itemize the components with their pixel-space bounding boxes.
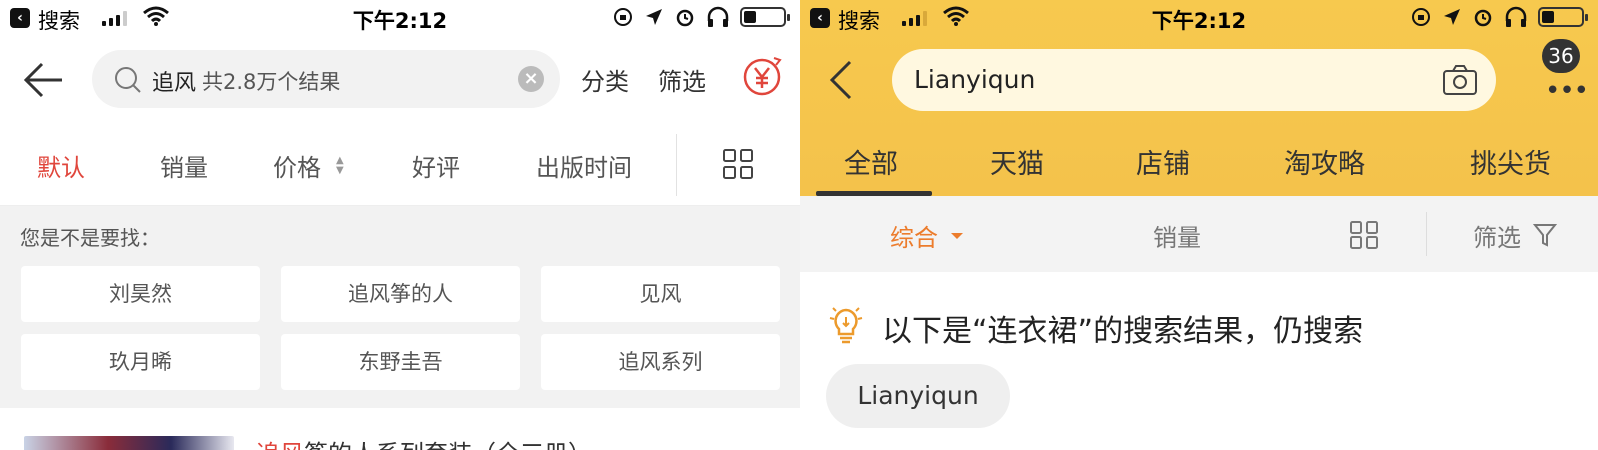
rotation-lock-icon [1412, 8, 1430, 26]
filter-button[interactable]: 筛选 [1473, 218, 1521, 253]
sort-default[interactable]: 默认 [37, 148, 85, 183]
book-thumbnail [24, 436, 234, 450]
sort-comprehensive[interactable]: 综合 [890, 218, 938, 253]
camera-icon[interactable] [1442, 64, 1478, 96]
clear-icon[interactable]: × [518, 66, 544, 92]
suggestion-chip[interactable]: 追风筝的人 [281, 266, 520, 322]
search-icon [115, 67, 141, 93]
sort-publish-date[interactable]: 出版时间 [536, 148, 632, 183]
sort-rating[interactable]: 好评 [412, 148, 460, 183]
funnel-icon[interactable] [1533, 222, 1557, 248]
sort-price[interactable]: 价格 [273, 148, 321, 183]
yen-coupon-icon[interactable] [742, 56, 782, 96]
suggestion-chip[interactable]: 刘昊然 [21, 266, 260, 322]
tab-picks[interactable]: 挑尖货 [1470, 142, 1551, 181]
battery-icon [1538, 7, 1588, 27]
tab-tmall[interactable]: 天猫 [990, 142, 1044, 181]
back-chevron-icon[interactable] [826, 58, 856, 102]
result-title-highlight: 追风 [256, 440, 304, 450]
suggestion-hint: 您是不是要找： [20, 226, 160, 250]
category-tabs: 全部 天猫 店铺 淘攻略 挑尖货 [800, 124, 1598, 196]
status-bar: ‹ 搜索 下午2:12 [0, 0, 800, 36]
headphones-icon [707, 6, 729, 27]
rotation-lock-icon [614, 8, 632, 26]
suggestion-chip[interactable]: 追风系列 [541, 334, 780, 390]
grid-view-icon[interactable] [1349, 220, 1379, 250]
headphones-icon [1505, 6, 1527, 27]
alarm-icon [676, 9, 694, 27]
alarm-icon [1474, 9, 1492, 27]
location-icon [1444, 9, 1460, 25]
original-keyword-chip[interactable]: Lianyiqun [826, 364, 1010, 428]
category-button[interactable]: 分类 [581, 62, 629, 97]
back-arrow-icon[interactable] [22, 58, 66, 102]
search-input[interactable]: Lianyiqun [892, 49, 1496, 111]
tab-guides[interactable]: 淘攻略 [1284, 142, 1365, 181]
right-screen: ‹ 搜索 下午2:12 Lianyiqun 36 ••• 全部 天猫 店铺 淘攻… [800, 0, 1598, 450]
sort-bar: 综合 销量 筛选 [800, 196, 1598, 272]
search-query: Lianyiqun [914, 65, 1036, 94]
sort-sales[interactable]: 销量 [160, 148, 208, 183]
result-item[interactable]: 追风筝的人系列套装（全三册） [0, 408, 800, 450]
suggestion-chip[interactable]: 玖月晞 [21, 334, 260, 390]
search-input[interactable]: 追风 共2.8万个结果 × [92, 50, 560, 108]
location-icon [646, 9, 662, 25]
left-screen: ‹ 搜索 下午2:12 追风 共2.8万个结果 × 分类 筛选 默认 销量 价格… [0, 0, 800, 450]
tab-all[interactable]: 全部 [844, 142, 898, 181]
sort-updown-icon: ▲ ▼ [336, 155, 344, 176]
status-bar: ‹ 搜索 下午2:12 [800, 0, 1598, 36]
message-count-badge: 36 [1542, 39, 1580, 73]
result-count: 共2.8万个结果 [202, 70, 341, 94]
battery-icon [740, 7, 790, 27]
grid-view-icon[interactable] [722, 148, 754, 180]
search-query: 追风 [152, 71, 197, 96]
suggestion-panel: 您是不是要找： 刘昊然 追风筝的人 见风 玖月晞 东野圭吾 追风系列 [0, 206, 800, 408]
suggestion-chip[interactable]: 见风 [541, 266, 780, 322]
notice-text: 以下是“连衣裙”的搜索结果，仍搜索 [882, 314, 1364, 349]
divider [676, 134, 677, 196]
result-title: 追风筝的人系列套装（全三册） [256, 434, 592, 450]
filter-button[interactable]: 筛选 [658, 62, 706, 97]
sort-bar: 默认 销量 价格 ▲ ▼ 好评 出版时间 [0, 128, 800, 206]
more-icon[interactable]: ••• [1545, 76, 1589, 106]
divider [1426, 212, 1427, 256]
result-title-rest: 筝的人系列套装（全三册） [304, 440, 592, 450]
suggestion-chip[interactable]: 东野圭吾 [281, 334, 520, 390]
tab-shops[interactable]: 店铺 [1136, 142, 1190, 181]
dropdown-triangle-icon [951, 233, 963, 239]
sort-sales[interactable]: 销量 [1153, 218, 1201, 253]
lightbulb-icon [829, 307, 863, 344]
